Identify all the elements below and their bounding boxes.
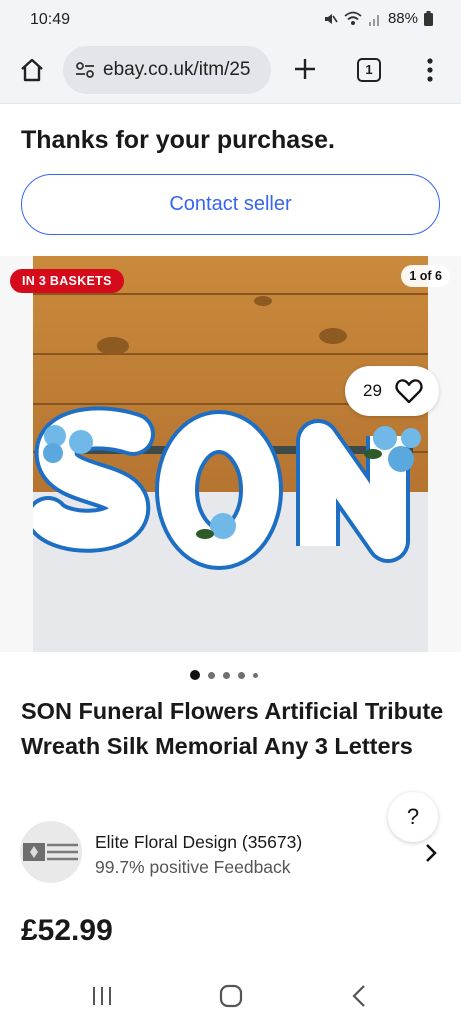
new-tab-icon[interactable] bbox=[293, 57, 317, 81]
pagination-dot[interactable] bbox=[253, 672, 258, 678]
wifi-icon bbox=[344, 11, 362, 25]
watch-button[interactable]: 29 bbox=[345, 366, 439, 416]
seller-feedback: 99.7% positive Feedback bbox=[95, 857, 291, 877]
image-counter: 1 of 6 bbox=[401, 265, 450, 287]
price: £52.99 bbox=[21, 914, 113, 947]
home-circle-icon[interactable] bbox=[219, 984, 243, 1008]
tabs-icon[interactable]: 1 bbox=[357, 58, 381, 82]
seller-logo-image bbox=[20, 821, 82, 883]
battery-percent: 88% bbox=[387, 10, 418, 27]
signal-icon bbox=[368, 14, 379, 26]
back-icon[interactable] bbox=[352, 984, 366, 1008]
status-bar: 10:49 88% bbox=[0, 0, 461, 40]
pagination-dot-active[interactable] bbox=[190, 670, 200, 680]
status-icons: 88% bbox=[322, 10, 433, 27]
pagination-dot[interactable] bbox=[208, 671, 215, 679]
system-nav-bar bbox=[0, 968, 461, 1024]
gallery-pagination bbox=[190, 670, 258, 680]
site-settings-icon[interactable] bbox=[74, 59, 96, 81]
watch-count: 29 bbox=[363, 381, 382, 400]
seller-name[interactable]: Elite Floral Design (35673) bbox=[95, 832, 302, 853]
product-image[interactable] bbox=[33, 256, 428, 652]
listing-title: SON Funeral Flowers Artificial Tribute W… bbox=[21, 698, 444, 759]
pagination-dot[interactable] bbox=[223, 671, 230, 679]
thanks-heading: Thanks for your purchase. bbox=[21, 126, 335, 154]
url-text[interactable]: ebay.co.uk/itm/25 bbox=[103, 59, 263, 81]
chevron-right-icon[interactable] bbox=[423, 843, 439, 863]
image-gallery[interactable]: IN 3 BASKETS 1 of 6 bbox=[0, 256, 461, 652]
more-icon[interactable] bbox=[420, 56, 440, 84]
battery-icon bbox=[424, 11, 433, 26]
status-time: 10:49 bbox=[30, 11, 71, 28]
recents-icon[interactable] bbox=[91, 985, 113, 1007]
address-bar[interactable]: ebay.co.uk/itm/25 bbox=[63, 46, 271, 94]
heart-icon bbox=[395, 379, 423, 404]
contact-seller-button[interactable]: Contact seller bbox=[21, 174, 440, 235]
pagination-dot[interactable] bbox=[238, 671, 245, 679]
seller-logo[interactable] bbox=[20, 821, 82, 883]
help-button[interactable]: ? bbox=[388, 792, 438, 842]
baskets-badge: IN 3 BASKETS bbox=[10, 269, 124, 293]
mute-icon bbox=[324, 13, 338, 24]
home-icon[interactable] bbox=[18, 56, 46, 84]
browser-toolbar: ebay.co.uk/itm/25 1 bbox=[0, 40, 461, 104]
